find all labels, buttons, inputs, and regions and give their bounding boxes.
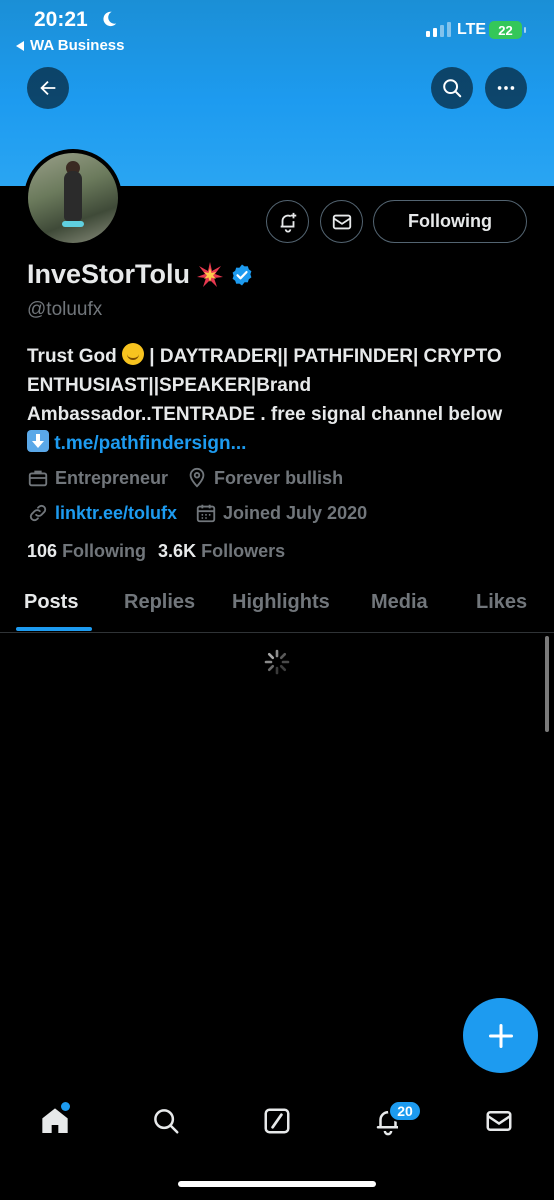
search-icon [154, 1109, 179, 1134]
tab-posts[interactable]: Posts [24, 591, 78, 614]
location-item: Forever bullish [186, 467, 343, 489]
nav-home[interactable] [38, 1102, 72, 1138]
profile-tabs: Posts Replies Highlights Media Likes [0, 585, 554, 633]
location-pin-icon [189, 467, 205, 488]
joined-item: Joined July 2020 [195, 502, 367, 524]
back-triangle-icon [16, 40, 24, 51]
more-options-button[interactable] [485, 67, 527, 109]
search-button[interactable] [431, 67, 473, 109]
profile-name-row: InveStorTolu [27, 259, 254, 290]
joined-label: Joined July 2020 [223, 502, 368, 523]
profession-label: Entrepreneur [55, 467, 169, 488]
verified-badge-icon[interactable] [230, 263, 254, 287]
home-indicator[interactable] [178, 1181, 376, 1187]
tab-likes[interactable]: Likes [476, 591, 527, 614]
profession-item: Entrepreneur [27, 467, 168, 489]
profile-meta-row-1: Entrepreneur Forever bullish [27, 467, 361, 489]
nav-search[interactable] [149, 1104, 183, 1138]
calendar-icon [196, 504, 216, 523]
following-count-label: Following [62, 541, 147, 561]
bio-telegram-link[interactable]: t.me/pathfindersign... [54, 433, 246, 454]
back-to-app-link[interactable]: WA Business [16, 37, 124, 54]
down-arrow-emoji-icon [27, 430, 49, 452]
message-button[interactable] [320, 200, 363, 243]
signal-icon [426, 22, 451, 37]
mail-icon [486, 1111, 512, 1131]
envelope-icon [332, 214, 351, 229]
avatar-photo [28, 153, 118, 243]
moon-icon [103, 11, 117, 27]
tab-replies[interactable]: Replies [124, 591, 195, 614]
more-dots-icon [497, 86, 515, 90]
following-count-link[interactable]: 106 Following [27, 541, 146, 562]
tab-highlights[interactable]: Highlights [232, 591, 330, 614]
website-link[interactable]: linktr.ee/tolufx [55, 503, 177, 524]
website-item[interactable]: linktr.ee/tolufx [27, 502, 177, 524]
profile-meta-row-2: linktr.ee/tolufx Joined July 2020 [27, 502, 385, 524]
bell-plus-icon [280, 212, 296, 233]
followers-count-link[interactable]: 3.6K Followers [158, 541, 285, 562]
status-time: 20:21 [34, 8, 88, 31]
notifications-badge: 20 [388, 1100, 422, 1122]
loading-spinner-icon [264, 649, 290, 675]
back-app-label: WA Business [30, 37, 125, 54]
compose-post-button[interactable] [463, 998, 538, 1073]
tab-media[interactable]: Media [371, 591, 428, 614]
profile-handle: @toluufx [27, 299, 103, 320]
search-icon [443, 79, 462, 98]
back-button[interactable] [27, 67, 69, 109]
arrow-left-icon [40, 80, 56, 96]
briefcase-icon [28, 470, 48, 487]
followers-count-label: Followers [201, 541, 286, 561]
link-icon [29, 504, 47, 522]
active-tab-indicator [16, 627, 92, 631]
network-label: LTE [457, 21, 487, 38]
following-count: 106 [27, 541, 58, 561]
home-unread-dot [61, 1102, 70, 1111]
follow-counts: 106 Following 3.6K Followers [27, 541, 285, 562]
location-label: Forever bullish [214, 467, 344, 488]
profile-name: InveStorTolu [27, 259, 191, 289]
notifications-subscribe-button[interactable] [266, 200, 309, 243]
grok-icon [264, 1108, 290, 1134]
scrollbar[interactable] [545, 636, 549, 732]
nav-grok[interactable] [260, 1104, 294, 1138]
followers-count: 3.6K [158, 541, 197, 561]
profile-bio: Trust God | DAYTRADER|| PATHFINDER| CRYP… [27, 342, 527, 458]
battery-indicator: 22 [489, 21, 526, 39]
collision-emoji-icon [197, 261, 224, 287]
plus-icon [488, 1023, 513, 1048]
bio-text-start: Trust God [27, 346, 117, 367]
following-button[interactable]: Following [373, 200, 527, 243]
nav-messages[interactable] [482, 1104, 516, 1138]
smiling-emoji-icon [122, 343, 145, 365]
profile-avatar[interactable] [24, 149, 122, 247]
